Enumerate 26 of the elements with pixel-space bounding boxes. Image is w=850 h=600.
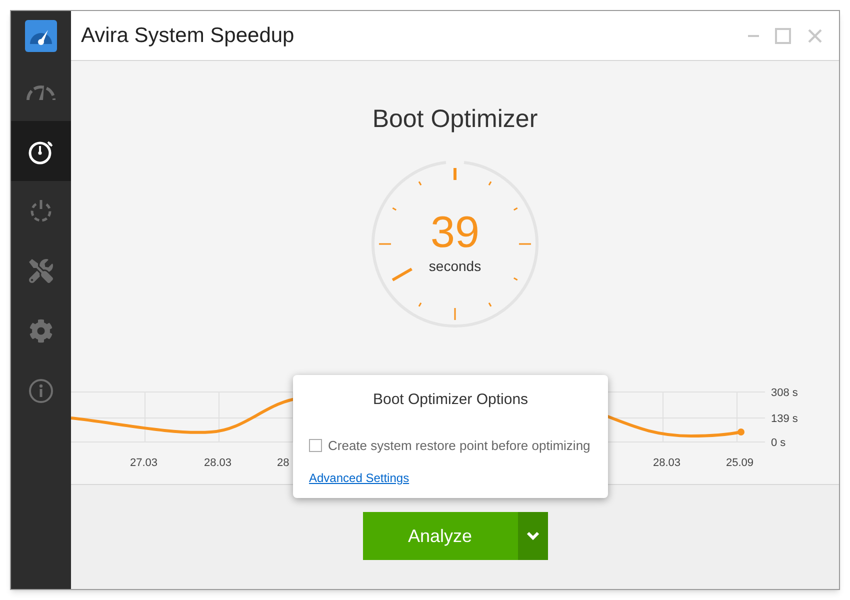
chevron-down-icon bbox=[526, 531, 540, 541]
axis-label: 28.03 bbox=[204, 456, 232, 471]
sidebar-item[interactable] bbox=[11, 121, 71, 181]
axis-label: 28 bbox=[277, 456, 290, 471]
restore-point-checkbox[interactable] bbox=[309, 438, 322, 452]
popup-title: Boot Optimizer Options bbox=[372, 390, 528, 410]
info-icon bbox=[28, 378, 54, 404]
window-title: Avira System Speedup bbox=[81, 22, 294, 49]
advanced-settings-link[interactable]: Advanced Settings bbox=[309, 469, 410, 487]
axis-label: 27.03 bbox=[130, 456, 158, 471]
axis-label: 28.03 bbox=[653, 456, 681, 471]
boot-time-unit: seconds bbox=[428, 257, 482, 276]
axis-label: 308 s bbox=[771, 386, 798, 401]
tools-icon bbox=[29, 259, 53, 283]
settings-icon bbox=[29, 319, 53, 343]
maximize-button[interactable] bbox=[775, 28, 791, 44]
axis-label: 0 s bbox=[771, 436, 786, 451]
power-icon bbox=[28, 198, 54, 224]
analyze-button[interactable]: Analyze bbox=[362, 512, 518, 560]
boot-time-value: 39 bbox=[430, 210, 480, 256]
page-title: Boot Optimizer bbox=[372, 104, 538, 135]
analyze-options-button[interactable] bbox=[518, 512, 548, 560]
checkbox-label: Create system restore point before optimizing bbox=[328, 436, 590, 455]
axis-label: 25.09 bbox=[726, 456, 754, 471]
app-logo-icon bbox=[25, 20, 57, 52]
axis-label: 139 s bbox=[771, 412, 798, 427]
